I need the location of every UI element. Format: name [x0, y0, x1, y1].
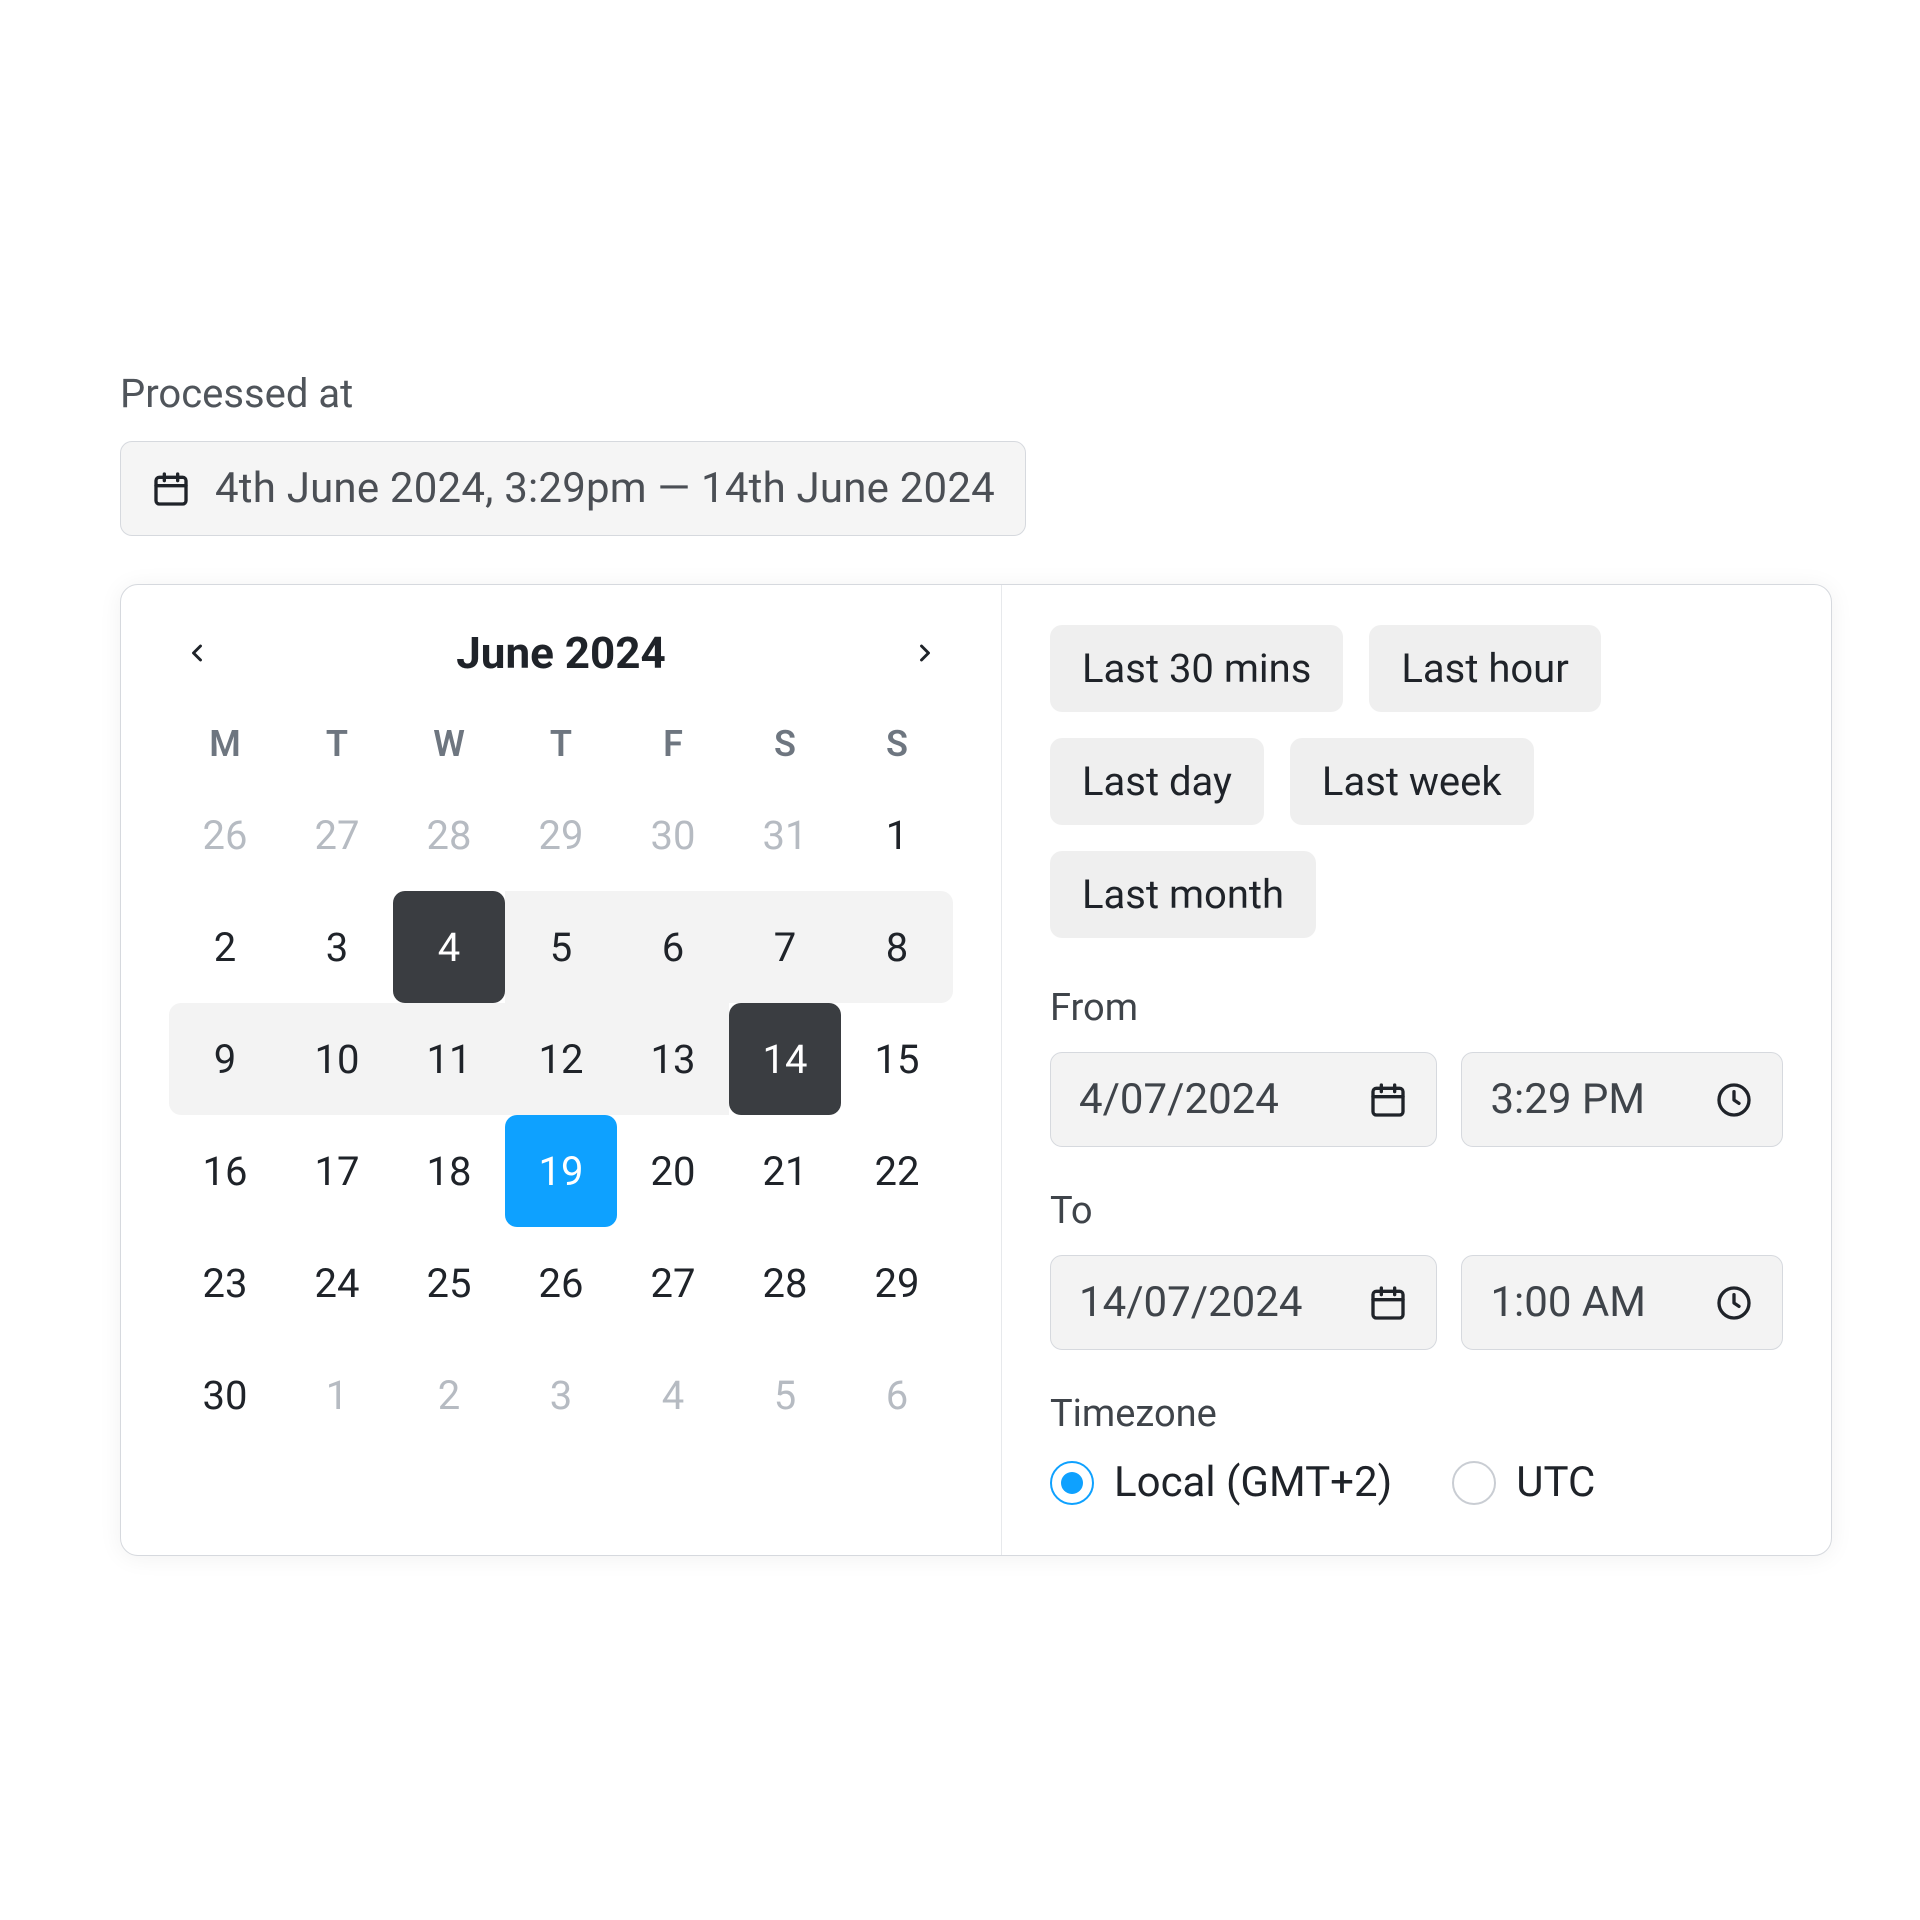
calendar-day[interactable]: 9: [169, 1003, 281, 1115]
calendar-day[interactable]: 13: [617, 1003, 729, 1115]
from-date-input[interactable]: 4/07/2024: [1050, 1052, 1437, 1147]
calendar-day[interactable]: 21: [729, 1115, 841, 1227]
calendar-day[interactable]: 1: [841, 779, 953, 891]
calendar-day[interactable]: 22: [841, 1115, 953, 1227]
calendar-day[interactable]: 4: [393, 891, 505, 1003]
preset-chip[interactable]: Last week: [1290, 738, 1534, 825]
preset-list: Last 30 mins Last hour Last day Last week La…: [1050, 625, 1783, 938]
calendar-title: June 2024: [456, 627, 666, 679]
timezone-label: Timezone: [1050, 1392, 1783, 1436]
calendar-day[interactable]: 5: [505, 891, 617, 1003]
calendar-day[interactable]: 11: [393, 1003, 505, 1115]
calendar-day[interactable]: 24: [281, 1227, 393, 1339]
calendar-day[interactable]: 23: [169, 1227, 281, 1339]
to-date-input[interactable]: 14/07/2024: [1050, 1255, 1437, 1350]
day-of-week: M: [169, 709, 281, 779]
clock-icon: [1714, 1283, 1754, 1323]
day-of-week: T: [505, 709, 617, 779]
calendar-day[interactable]: 12: [505, 1003, 617, 1115]
calendar-day[interactable]: 6: [617, 891, 729, 1003]
calendar-day[interactable]: 28: [393, 779, 505, 891]
calendar-day[interactable]: 4: [617, 1339, 729, 1451]
calendar-day[interactable]: 3: [505, 1339, 617, 1451]
date-range-text: 4th June 2024, 3:29pm — 14th June 2024: [215, 464, 995, 513]
date-range-panel: Last 30 mins Last hour Last day Last week La…: [1001, 585, 1831, 1555]
field-label: Processed at: [120, 370, 1832, 417]
calendar-day[interactable]: 28: [729, 1227, 841, 1339]
from-time-value: 3:29 PM: [1490, 1075, 1645, 1124]
calendar-day[interactable]: 18: [393, 1115, 505, 1227]
clock-icon: [1714, 1080, 1754, 1120]
calendar-day[interactable]: 20: [617, 1115, 729, 1227]
next-month-button[interactable]: [897, 625, 953, 681]
calendar-icon: [151, 469, 191, 509]
day-of-week: S: [841, 709, 953, 779]
day-of-week: S: [729, 709, 841, 779]
timezone-radio-label: Local (GMT+2): [1114, 1458, 1392, 1507]
calendar-day[interactable]: 3: [281, 891, 393, 1003]
calendar-day[interactable]: 15: [841, 1003, 953, 1115]
calendar-day[interactable]: 29: [841, 1227, 953, 1339]
to-time-input[interactable]: 1:00 AM: [1461, 1255, 1783, 1350]
calendar-day[interactable]: 30: [169, 1339, 281, 1451]
to-date-value: 14/07/2024: [1079, 1278, 1303, 1327]
chevron-right-icon: [911, 639, 939, 667]
calendar-icon: [1368, 1080, 1408, 1120]
day-of-week: F: [617, 709, 729, 779]
day-of-week-row: MTWTFSS: [169, 709, 953, 779]
calendar-day[interactable]: 10: [281, 1003, 393, 1115]
to-time-value: 1:00 AM: [1490, 1278, 1645, 1327]
calendar-day[interactable]: 17: [281, 1115, 393, 1227]
calendar-day[interactable]: 27: [281, 779, 393, 891]
radio-dot: [1452, 1461, 1496, 1505]
calendar-day[interactable]: 26: [505, 1227, 617, 1339]
from-label: From: [1050, 986, 1783, 1030]
calendar-day[interactable]: 19: [505, 1115, 617, 1227]
calendar-icon: [1368, 1283, 1408, 1323]
chevron-left-icon: [183, 639, 211, 667]
calendar-day[interactable]: 5: [729, 1339, 841, 1451]
day-of-week: W: [393, 709, 505, 779]
timezone-options: Local (GMT+2) UTC: [1050, 1458, 1783, 1507]
calendar: June 2024 MTWTFSS 2627282930311234567891…: [121, 585, 1001, 1555]
preset-chip[interactable]: Last day: [1050, 738, 1264, 825]
calendar-day[interactable]: 29: [505, 779, 617, 891]
day-of-week: T: [281, 709, 393, 779]
preset-chip[interactable]: Last 30 mins: [1050, 625, 1343, 712]
timezone-radio-label: UTC: [1516, 1458, 1595, 1507]
calendar-day[interactable]: 7: [729, 891, 841, 1003]
calendar-day[interactable]: 31: [729, 779, 841, 891]
calendar-day[interactable]: 1: [281, 1339, 393, 1451]
calendar-day[interactable]: 8: [841, 891, 953, 1003]
preset-chip[interactable]: Last hour: [1369, 625, 1600, 712]
prev-month-button[interactable]: [169, 625, 225, 681]
calendar-day[interactable]: 14: [729, 1003, 841, 1115]
calendar-day[interactable]: 2: [393, 1339, 505, 1451]
timezone-radio[interactable]: Local (GMT+2): [1050, 1458, 1392, 1507]
calendar-day[interactable]: 26: [169, 779, 281, 891]
calendar-day[interactable]: 27: [617, 1227, 729, 1339]
timezone-radio[interactable]: UTC: [1452, 1458, 1595, 1507]
calendar-days: 2627282930311234567891011121314151617181…: [169, 779, 953, 1451]
calendar-day[interactable]: 25: [393, 1227, 505, 1339]
calendar-day[interactable]: 2: [169, 891, 281, 1003]
radio-dot: [1050, 1461, 1094, 1505]
from-date-value: 4/07/2024: [1079, 1075, 1279, 1124]
calendar-day[interactable]: 30: [617, 779, 729, 891]
preset-chip[interactable]: Last month: [1050, 851, 1316, 938]
to-label: To: [1050, 1189, 1783, 1233]
date-range-trigger[interactable]: 4th June 2024, 3:29pm — 14th June 2024: [120, 441, 1026, 536]
calendar-day[interactable]: 6: [841, 1339, 953, 1451]
from-time-input[interactable]: 3:29 PM: [1461, 1052, 1783, 1147]
date-range-popover: June 2024 MTWTFSS 2627282930311234567891…: [120, 584, 1832, 1556]
calendar-day[interactable]: 16: [169, 1115, 281, 1227]
